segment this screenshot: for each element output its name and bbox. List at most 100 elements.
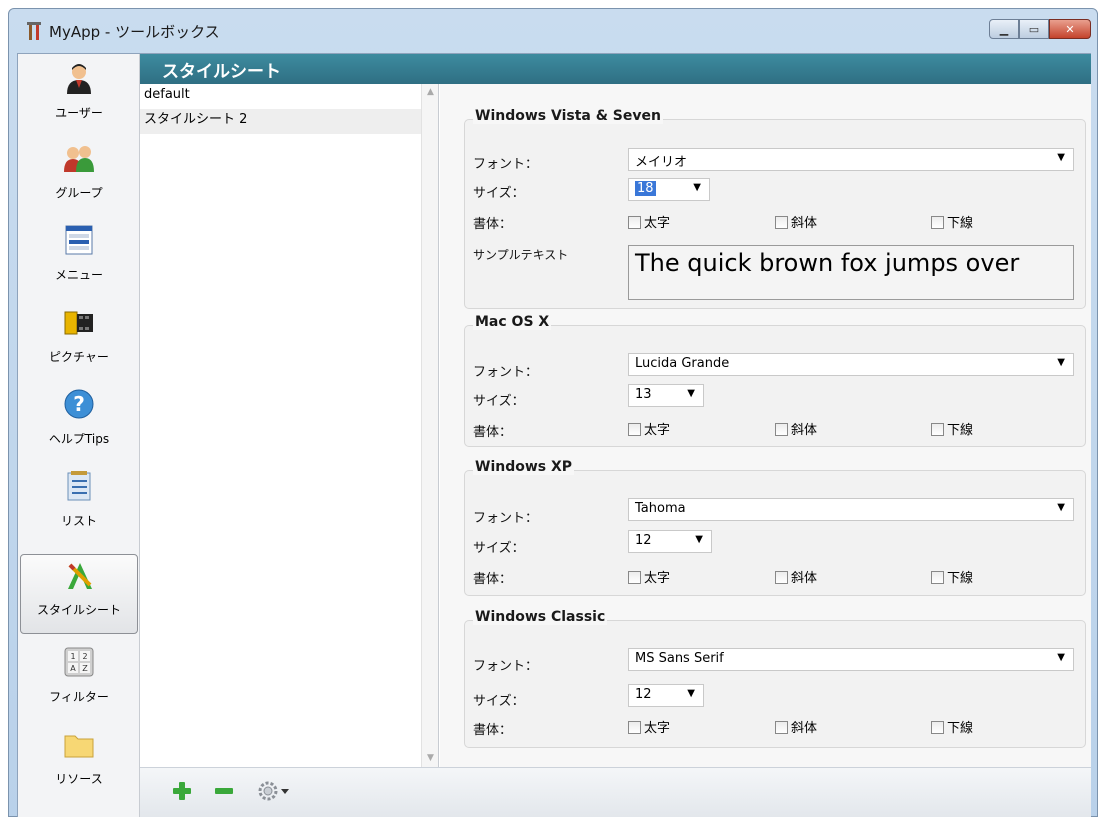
italic-checkbox[interactable]: 斜体	[775, 419, 817, 438]
size-label: サイズ：	[473, 186, 525, 201]
add-button[interactable]	[172, 781, 196, 805]
font-value: Tahoma	[635, 501, 686, 516]
underline-label: 下線	[947, 571, 974, 586]
style-label: 書体：	[473, 425, 513, 440]
bold-label: 太字	[644, 571, 671, 586]
italic-label: 斜体	[791, 216, 818, 231]
size-value: 18	[635, 181, 656, 196]
bold-label: 太字	[644, 423, 671, 438]
stylesheet-icon	[68, 563, 92, 589]
italic-label: 斜体	[791, 571, 818, 586]
scroll-up-icon[interactable]: ▲	[422, 84, 439, 101]
chevron-down-icon: ▼	[687, 688, 695, 699]
help-icon: ?	[64, 389, 94, 419]
size-label: サイズ：	[473, 694, 525, 709]
font-label: フォント：	[473, 659, 539, 674]
tool-filter-label: フィルター	[49, 690, 109, 704]
title-bar[interactable]: MyApp - ツールボックス ▁ ▭ ✕	[9, 9, 1097, 53]
tool-resources[interactable]: リソース	[18, 724, 140, 804]
picture-icon	[64, 311, 93, 335]
size-value: 12	[635, 533, 652, 548]
app-icon	[27, 22, 41, 40]
stylesheet-list[interactable]: default スタイルシート 2 ▲ ▼	[140, 84, 439, 767]
font-select[interactable]: MS Sans Serif ▼	[628, 648, 1074, 671]
sample-label: サンプルテキスト	[473, 248, 569, 262]
tool-help-tips[interactable]: ? ヘルプTips	[18, 384, 140, 464]
underline-checkbox[interactable]: 下線	[931, 567, 973, 586]
close-icon: ✕	[1065, 22, 1075, 36]
underline-label: 下線	[947, 216, 974, 231]
group-title: Windows Vista & Seven	[473, 108, 663, 124]
gear-menu-button[interactable]	[258, 781, 298, 805]
tool-groups[interactable]: グループ	[18, 138, 140, 218]
svg-text:2: 2	[82, 652, 87, 661]
size-label: サイズ：	[473, 541, 525, 556]
size-select[interactable]: 13 ▼	[628, 384, 704, 407]
close-button[interactable]: ✕	[1049, 19, 1091, 39]
size-select[interactable]: 12 ▼	[628, 530, 712, 553]
tool-help-tips-label: ヘルプTips	[48, 432, 110, 446]
style-label: 書体：	[473, 572, 513, 587]
maximize-button[interactable]: ▭	[1019, 19, 1049, 39]
svg-text:?: ?	[73, 392, 85, 416]
italic-checkbox[interactable]: 斜体	[775, 717, 817, 736]
group-title: Mac OS X	[473, 314, 552, 330]
remove-icon	[215, 788, 233, 794]
user-icon	[67, 64, 91, 94]
svg-text:A: A	[70, 664, 76, 673]
tool-stylesheet-label: スタイルシート	[36, 603, 121, 617]
italic-checkbox[interactable]: 斜体	[775, 212, 817, 231]
tool-menu[interactable]: メニュー	[18, 220, 140, 300]
minimize-button[interactable]: ▁	[989, 19, 1019, 39]
tool-pictures[interactable]: ピクチャー	[18, 302, 140, 382]
group-vista-seven: Windows Vista & Seven フォント： メイリオ ▼ サイズ： 1…	[464, 108, 1086, 309]
tool-stylesheet[interactable]: スタイルシート	[20, 554, 138, 634]
window-title: MyApp - ツールボックス	[49, 23, 220, 41]
underline-checkbox[interactable]: 下線	[931, 212, 973, 231]
bold-label: 太字	[644, 216, 671, 231]
chevron-down-icon: ▼	[1057, 152, 1065, 163]
size-value: 13	[635, 387, 652, 402]
italic-checkbox[interactable]: 斜体	[775, 567, 817, 586]
list-item[interactable]: default	[140, 84, 438, 109]
remove-button[interactable]	[214, 781, 238, 805]
list-item[interactable]: スタイルシート 2	[140, 109, 438, 134]
chevron-down-icon: ▼	[695, 534, 703, 545]
font-value: Lucida Grande	[635, 356, 730, 371]
bold-checkbox[interactable]: 太字	[628, 717, 670, 736]
font-select[interactable]: メイリオ ▼	[628, 148, 1074, 171]
underline-label: 下線	[947, 721, 974, 736]
group-windows-classic: Windows Classic フォント： MS Sans Serif ▼ サイズ…	[464, 609, 1086, 748]
sample-text-box: The quick brown fox jumps over	[628, 245, 1074, 300]
minimize-icon: ▁	[999, 22, 1009, 36]
size-select[interactable]: 18 ▼	[628, 178, 710, 201]
italic-label: 斜体	[791, 721, 818, 736]
group-title: Windows XP	[473, 459, 575, 475]
tool-list[interactable]: リスト	[18, 466, 140, 546]
scroll-down-icon[interactable]: ▼	[422, 750, 439, 767]
bold-checkbox[interactable]: 太字	[628, 419, 670, 438]
tool-filter[interactable]: 1 2 A Z フィルター	[18, 642, 140, 722]
font-select[interactable]: Tahoma ▼	[628, 498, 1074, 521]
chevron-down-icon: ▼	[687, 388, 695, 399]
font-select[interactable]: Lucida Grande ▼	[628, 353, 1074, 376]
maximize-icon: ▭	[1028, 22, 1040, 36]
italic-label: 斜体	[791, 423, 818, 438]
bold-checkbox[interactable]: 太字	[628, 212, 670, 231]
list-scrollbar[interactable]: ▲ ▼	[421, 84, 438, 767]
group-mac-os-x: Mac OS X フォント： Lucida Grande ▼ サイズ： 13 ▼ 書…	[464, 314, 1086, 447]
size-select[interactable]: 12 ▼	[628, 684, 704, 707]
font-value: MS Sans Serif	[635, 651, 724, 666]
menu-icon	[65, 225, 93, 255]
gear-icon	[258, 781, 289, 801]
filter-icon: 1 2 A Z	[64, 647, 94, 677]
tool-users[interactable]: ユーザー	[18, 58, 140, 138]
underline-checkbox[interactable]: 下線	[931, 419, 973, 438]
group-icon	[64, 146, 94, 172]
section-header: スタイルシート	[140, 54, 1091, 84]
underline-checkbox[interactable]: 下線	[931, 717, 973, 736]
bold-checkbox[interactable]: 太字	[628, 567, 670, 586]
tool-resources-label: リソース	[55, 772, 103, 786]
tool-list-label: リスト	[60, 514, 97, 528]
app-window: MyApp - ツールボックス ▁ ▭ ✕ ユーザー グループ メニュー ピクチ…	[8, 8, 1098, 817]
